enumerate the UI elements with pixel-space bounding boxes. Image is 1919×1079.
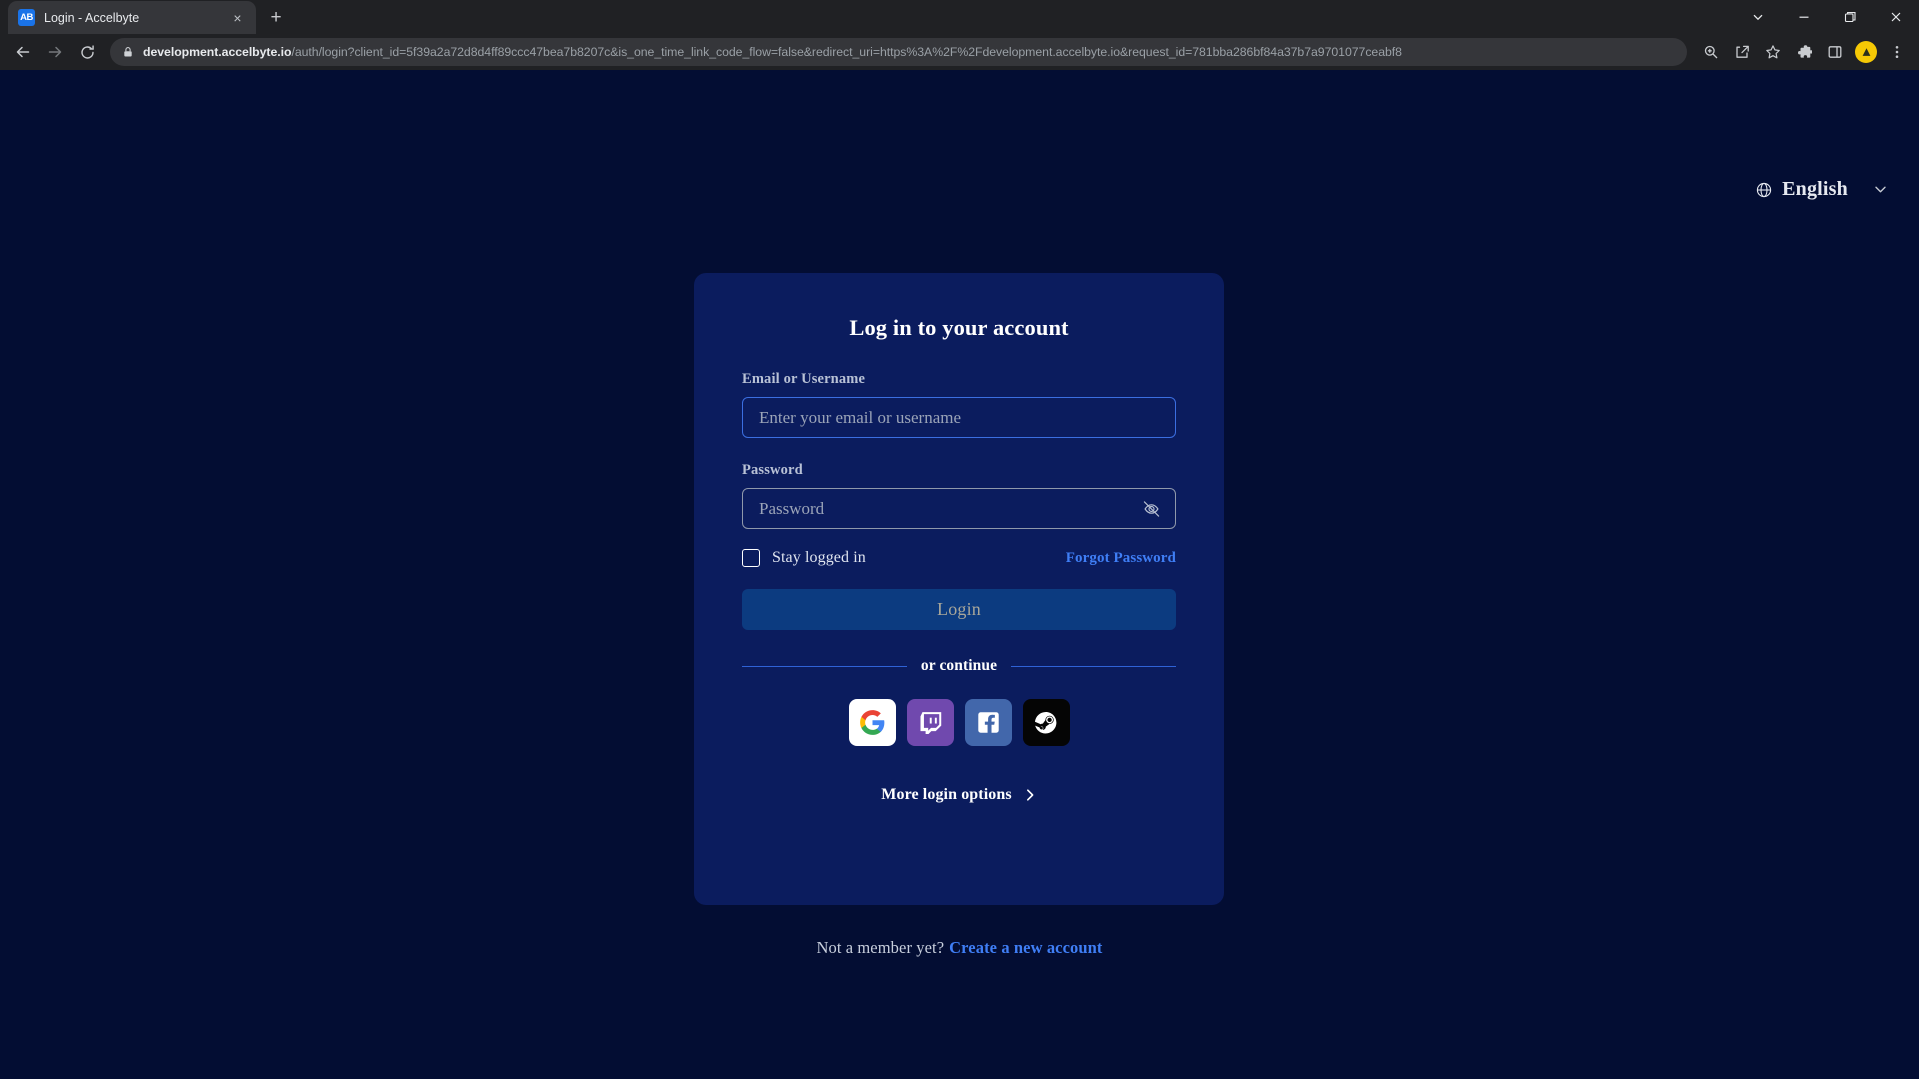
password-input-wrapper[interactable] (742, 488, 1176, 529)
signup-prompt-text: Not a member yet? (816, 938, 945, 957)
browser-toolbar: development.accelbyte.io/auth/login?clie… (0, 34, 1919, 70)
field-spacer (742, 438, 1176, 462)
profile-avatar-icon[interactable] (1852, 38, 1880, 66)
eye-off-icon[interactable] (1141, 498, 1162, 519)
toolbar-icons (1697, 38, 1911, 66)
language-label: English (1782, 178, 1848, 200)
more-menu-icon[interactable] (1883, 38, 1911, 66)
zoom-icon[interactable] (1697, 38, 1725, 66)
new-tab-button[interactable]: + (262, 3, 290, 31)
password-input[interactable] (743, 489, 1175, 528)
divider-line-left (742, 665, 907, 667)
google-login-button[interactable] (848, 699, 896, 746)
login-card: Log in to your account Email or Username… (694, 273, 1224, 905)
social-login-buttons (742, 699, 1176, 746)
forward-arrow-icon[interactable] (40, 37, 70, 67)
steam-icon (1033, 710, 1059, 736)
avatar (1855, 41, 1877, 63)
extensions-puzzle-icon[interactable] (1790, 38, 1818, 66)
steam-login-button[interactable] (1022, 699, 1070, 746)
facebook-login-button[interactable] (964, 699, 1012, 746)
login-options-row: Stay logged in Forgot Password (742, 549, 1176, 567)
login-button[interactable]: Login (742, 589, 1176, 630)
address-bar[interactable]: development.accelbyte.io/auth/login?clie… (110, 38, 1687, 66)
tab-search-icon[interactable] (1735, 0, 1781, 34)
divider-label: or continue (920, 657, 998, 674)
stay-logged-in-label: Stay logged in (772, 549, 866, 566)
more-login-options-label: More login options (881, 786, 1012, 803)
accelbyte-favicon: AB (18, 9, 35, 26)
create-account-link[interactable]: Create a new account (949, 938, 1102, 957)
login-page: English Log in to your account Email or … (0, 70, 1919, 1079)
forgot-password-link[interactable]: Forgot Password (1066, 550, 1176, 567)
back-arrow-icon[interactable] (8, 37, 38, 67)
or-continue-divider: or continue (742, 657, 1177, 675)
url-text: development.accelbyte.io/auth/login?clie… (143, 45, 1402, 59)
google-icon (859, 709, 886, 736)
signup-prompt: Not a member yet? Create a new account (0, 938, 1919, 958)
tab-title: Login - Accelbyte (44, 10, 140, 25)
url-path: /auth/login?client_id=5f39a2a72d8d4ff89c… (291, 45, 1402, 59)
maximize-icon[interactable] (1827, 0, 1873, 34)
language-selector[interactable]: English (1755, 178, 1889, 201)
stay-logged-in-control[interactable]: Stay logged in (742, 549, 866, 567)
close-icon[interactable]: × (229, 9, 246, 26)
password-field-label: Password (742, 462, 803, 478)
more-login-options-link[interactable]: More login options (742, 786, 1176, 804)
email-input-wrapper[interactable] (742, 397, 1176, 438)
window-controls (1735, 0, 1919, 34)
browser-chrome: AB Login - Accelbyte × + development.acc… (0, 0, 1919, 70)
twitch-login-button[interactable] (906, 699, 954, 746)
chevron-right-icon (1023, 788, 1037, 802)
facebook-icon (976, 710, 1001, 735)
email-input[interactable] (743, 398, 1175, 437)
side-panel-icon[interactable] (1821, 38, 1849, 66)
minimize-icon[interactable] (1781, 0, 1827, 34)
language-selector-inner: English (1755, 178, 1848, 201)
divider-line-right (1011, 665, 1177, 667)
page-title: Log in to your account (849, 315, 1069, 340)
chevron-down-icon[interactable] (1872, 181, 1889, 198)
browser-tab[interactable]: AB Login - Accelbyte × (8, 1, 256, 34)
bookmark-star-icon[interactable] (1759, 38, 1787, 66)
email-field-label: Email or Username (742, 371, 866, 387)
url-host: development.accelbyte.io (143, 45, 292, 59)
tab-strip: AB Login - Accelbyte × + (0, 0, 1919, 34)
window-close-icon[interactable] (1873, 0, 1919, 34)
lock-icon (122, 46, 134, 58)
share-icon[interactable] (1728, 38, 1756, 66)
reload-icon[interactable] (72, 37, 102, 67)
globe-icon (1755, 181, 1773, 199)
stay-logged-in-checkbox[interactable] (742, 549, 760, 567)
twitch-icon (918, 710, 943, 735)
